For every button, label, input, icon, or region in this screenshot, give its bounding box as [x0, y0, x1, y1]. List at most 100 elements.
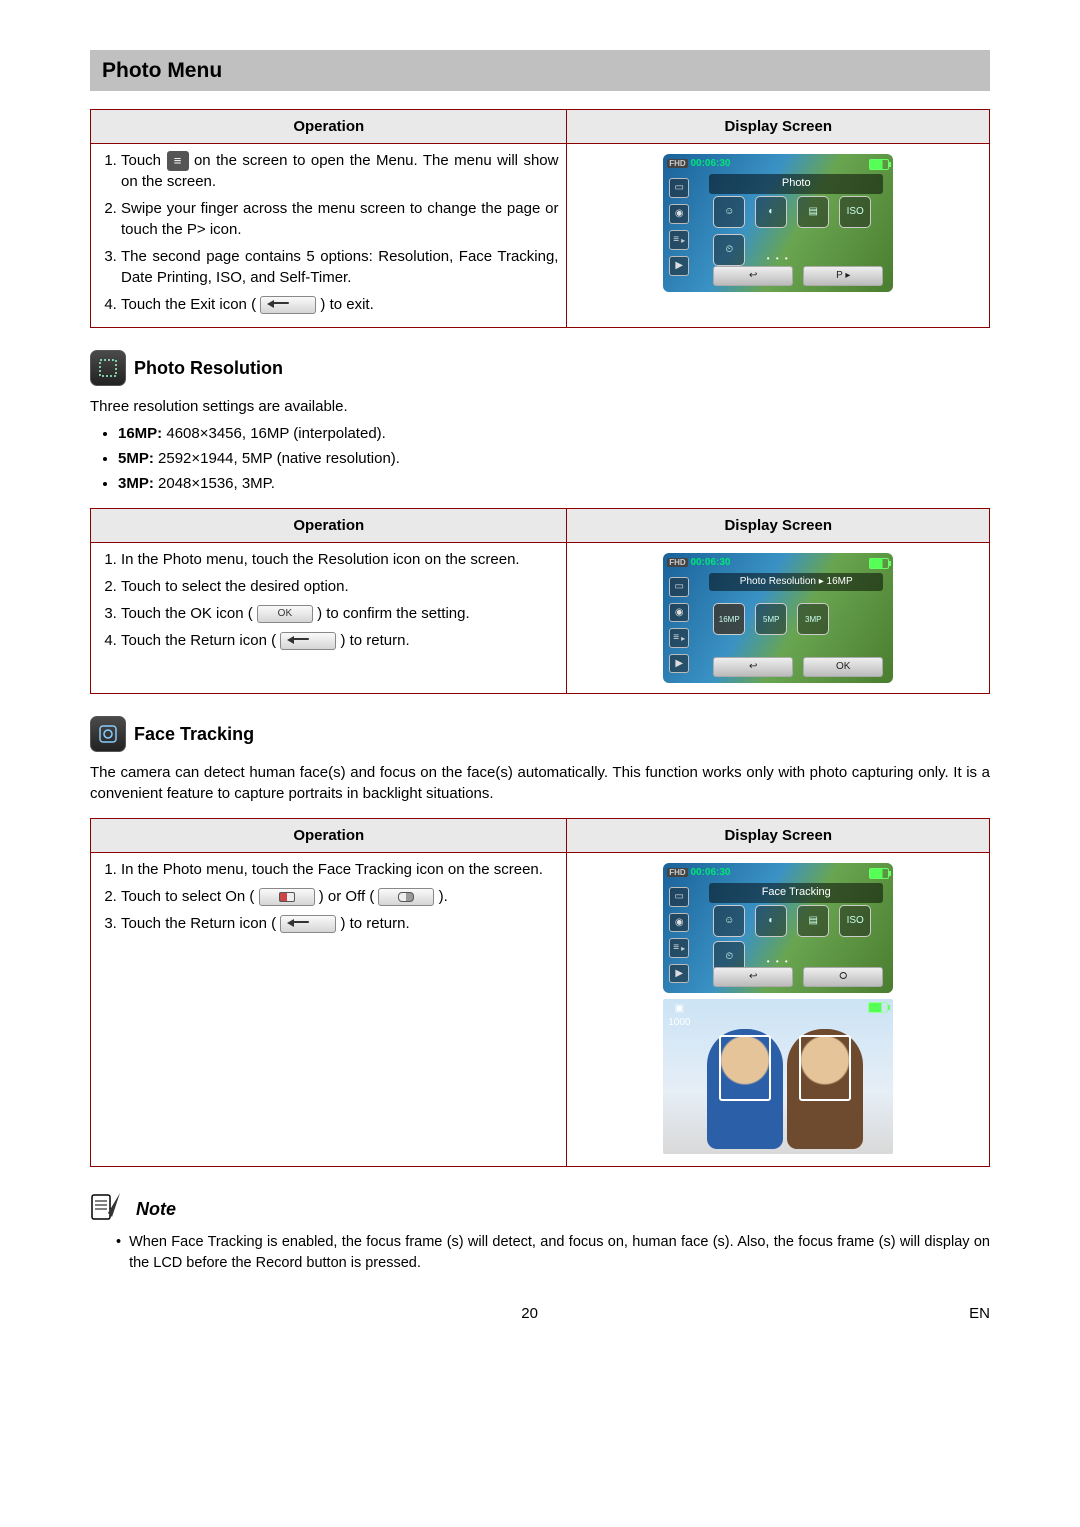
face-tracking-heading-row: Face Tracking: [90, 716, 990, 752]
ft-s2c: ).: [439, 888, 448, 905]
ft-step-2: Touch to select On ( ) or Off ( ).: [121, 886, 558, 907]
resolution-list: 16MP: 4608×3456, 16MP (interpolated). 5M…: [90, 423, 990, 494]
fhd-badge-3: FHD: [667, 868, 687, 877]
iso-option: ISO: [839, 196, 871, 228]
photo-res-screenshot: FHD 00:06:30 Photo Resolution ▸ 16MP ▭ ◉…: [663, 553, 893, 683]
shot-count: 1000: [668, 1016, 690, 1030]
col-operation: Operation: [91, 110, 567, 144]
photo-menu-operations: Touch ≡ on the screen to open the Menu. …: [91, 144, 567, 328]
resolution-icon: [90, 350, 126, 386]
page-lang: EN: [969, 1303, 990, 1324]
menu-side-icon-2: ≡: [669, 628, 689, 648]
pr-s4b: ) to return.: [340, 632, 409, 649]
pr-step-2: Touch to select the desired option.: [121, 576, 558, 597]
face-track-operations: In the Photo menu, touch the Face Tracki…: [91, 853, 567, 1167]
res-16mp: 16MP: 4608×3456, 16MP (interpolated).: [118, 423, 990, 444]
col-operation-3: Operation: [91, 819, 567, 853]
page-footer: 20 EN: [90, 1303, 990, 1324]
col-display-3: Display Screen: [567, 819, 990, 853]
camera-small-icon: ▣: [675, 1002, 684, 1016]
photo-resolution-heading: Photo Resolution: [134, 356, 283, 381]
face-track-sample: ▣ 1000: [663, 999, 893, 1154]
playback-icon: ▶: [669, 256, 689, 276]
fhd-badge: FHD: [667, 159, 687, 168]
res-3mp-val: 2048×1536, 3MP.: [154, 475, 275, 492]
page-number: 20: [90, 1303, 969, 1324]
camera-mode-icon-3: ◉: [669, 913, 689, 933]
battery-icon-4: [868, 1002, 888, 1013]
note-text: When Face Tracking is enabled, the focus…: [129, 1232, 990, 1273]
photo-res-table: Operation Display Screen In the Photo me…: [90, 508, 990, 694]
note-text-row: • When Face Tracking is enabled, the foc…: [104, 1232, 990, 1273]
fhd-badge-2: FHD: [667, 558, 687, 567]
res-16mp-label: 16MP:: [118, 425, 162, 442]
pm-s4b: ) to exit.: [320, 296, 373, 313]
ft-s3a: Touch the Return icon (: [121, 915, 280, 932]
timer-option: ⏲: [713, 234, 745, 266]
opt-5mp: 5MP: [755, 603, 787, 635]
ft-s2b: ) or Off (: [319, 888, 379, 905]
pr-step-1: In the Photo menu, touch the Resolution …: [121, 549, 558, 570]
camera-mode-icon-2: ◉: [669, 603, 689, 623]
note-heading-row: Note: [90, 1189, 990, 1230]
camera-mode-icon: ◉: [669, 204, 689, 224]
pm-step-2: Swipe your finger across the menu screen…: [121, 198, 558, 240]
opt-3mp: 3MP: [797, 603, 829, 635]
return-icon-2: [280, 915, 336, 933]
pr-s3b: ) to confirm the setting.: [317, 605, 470, 622]
side-icon-strip-2: ▭ ◉ ≡ ▶: [669, 577, 689, 673]
col-display: Display Screen: [567, 110, 990, 144]
ft-face: ◐: [755, 905, 787, 937]
face-tracking-icon: [90, 716, 126, 752]
ft-screen-title: Face Tracking: [709, 883, 883, 902]
menu-side-icon-3: ≡: [669, 938, 689, 958]
note-heading: Note: [136, 1197, 176, 1222]
pr-step-4: Touch the Return icon ( ) to return.: [121, 630, 558, 651]
pm-time: 00:06:30: [690, 158, 730, 169]
playback-icon-2: ▶: [669, 654, 689, 674]
video-mode-icon-3: ▭: [669, 887, 689, 907]
res-5mp-label: 5MP:: [118, 450, 154, 467]
pm-step-3: The second page contains 5 options: Reso…: [121, 246, 558, 288]
ft-date: ▤: [797, 905, 829, 937]
photo-res-operations: In the Photo menu, touch the Resolution …: [91, 543, 567, 694]
focus-frame-2: [799, 1035, 851, 1101]
focus-frame-1: [719, 1035, 771, 1101]
page-next-button: P ▸: [803, 266, 883, 286]
ft-time: 00:06:30: [690, 867, 730, 878]
opt-16mp: 16MP: [713, 603, 745, 635]
pm-s4a: Touch the Exit icon (: [121, 296, 260, 313]
photo-menu-table: Operation Display Screen Touch ≡ on the …: [90, 109, 990, 328]
res-3mp-label: 3MP:: [118, 475, 154, 492]
return-button-2: ↩: [713, 657, 793, 677]
menu-icon: ≡: [167, 151, 189, 171]
ft-iso: ISO: [839, 905, 871, 937]
pm-s1a: Touch: [121, 152, 167, 169]
photo-menu-screenshot: FHD 00:06:30 Photo ▭ ◉ ≡ ▶ ☺ ◐ ▤ ISO: [663, 154, 893, 292]
photo-res-screenshot-cell: FHD 00:06:30 Photo Resolution ▸ 16MP ▭ ◉…: [567, 543, 990, 694]
exit-icon: [260, 296, 316, 314]
face-track-screenshot: FHD 00:06:30 Face Tracking ▭ ◉ ≡ ▶ ☺ ◐ ▤…: [663, 863, 893, 993]
ft-s3b: ) to return.: [340, 915, 409, 932]
photo-menu-screenshot-cell: FHD 00:06:30 Photo ▭ ◉ ≡ ▶ ☺ ◐ ▤ ISO: [567, 144, 990, 328]
page-dots-2: • • •: [767, 956, 790, 967]
face-track-table: Operation Display Screen In the Photo me…: [90, 818, 990, 1167]
note-icon: [90, 1189, 126, 1230]
pr-time: 00:06:30: [690, 557, 730, 568]
playback-icon-3: ▶: [669, 964, 689, 984]
pr-s4a: Touch the Return icon (: [121, 632, 280, 649]
battery-icon-3: [869, 868, 889, 879]
face-track-intro: The camera can detect human face(s) and …: [90, 762, 990, 804]
col-operation-2: Operation: [91, 509, 567, 543]
menu-side-icon: ≡: [669, 230, 689, 250]
pr-s3a: Touch the OK icon (: [121, 605, 257, 622]
photo-res-intro: Three resolution settings are available.: [90, 396, 990, 417]
return-button: ↩: [713, 266, 793, 286]
battery-icon: [869, 159, 889, 170]
on-switch-icon: [259, 888, 315, 906]
ft-step-3: Touch the Return icon ( ) to return.: [121, 913, 558, 934]
ft-smile: ☺: [713, 905, 745, 937]
return-icon: [280, 632, 336, 650]
ok-button: OK: [803, 657, 883, 677]
smile-option: ☺: [713, 196, 745, 228]
